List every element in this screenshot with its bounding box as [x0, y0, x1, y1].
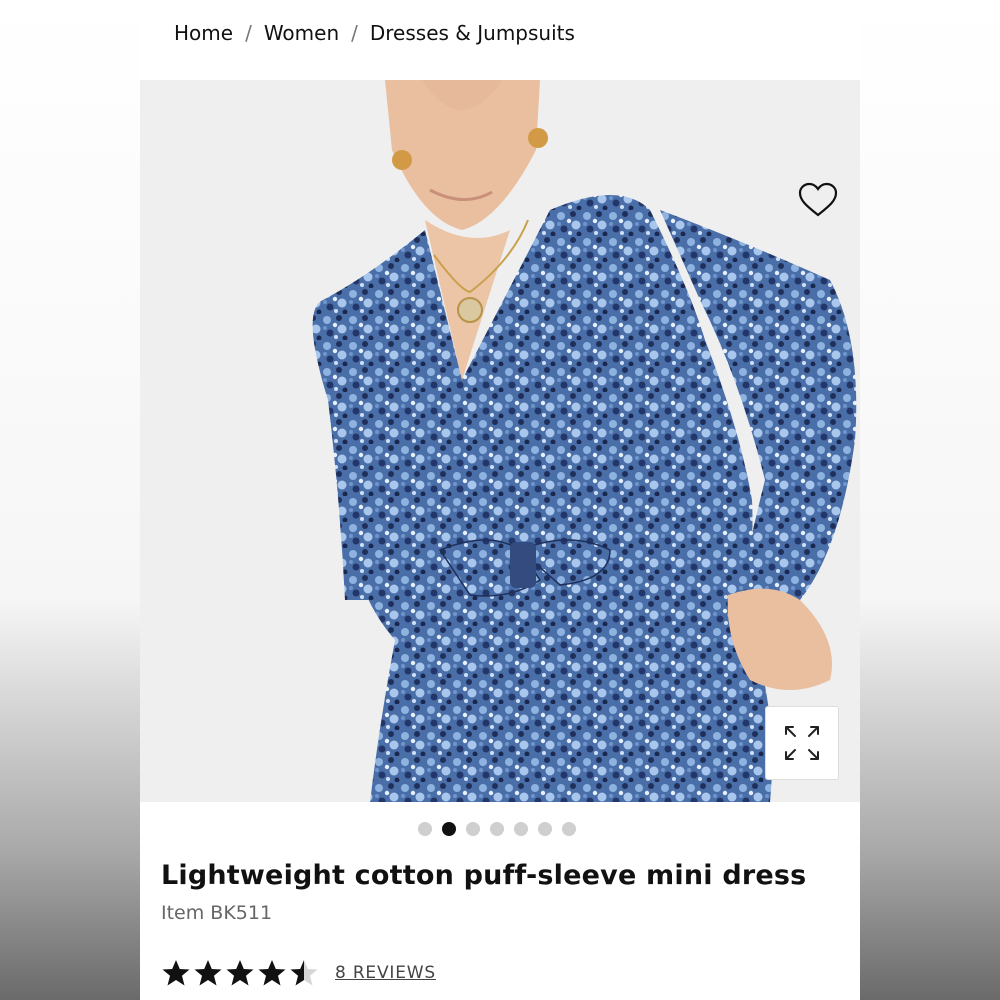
- rating-row: 8 REVIEWS: [161, 956, 436, 990]
- product-title: Lightweight cotton puff-sleeve mini dres…: [161, 860, 807, 891]
- star-icon: [258, 960, 286, 986]
- expand-arrows-icon: [785, 726, 819, 760]
- backdrop-right: [860, 0, 1000, 1000]
- carousel-dot[interactable]: [537, 822, 552, 836]
- carousel-dot[interactable]: [561, 822, 576, 836]
- breadcrumb-home[interactable]: Home: [174, 21, 233, 45]
- star-icon: [290, 960, 318, 986]
- reviews-link[interactable]: 8 REVIEWS: [335, 963, 436, 983]
- zoom-button[interactable]: [765, 706, 839, 780]
- wishlist-button[interactable]: [796, 180, 840, 220]
- star-icon: [226, 960, 254, 986]
- star-icon: [162, 960, 190, 986]
- carousel-dot[interactable]: [513, 822, 528, 836]
- product-photo: [140, 80, 860, 802]
- heart-outline-icon: [798, 182, 838, 217]
- breadcrumb-dresses[interactable]: Dresses & Jumpsuits: [370, 21, 575, 45]
- item-code: Item BK511: [161, 902, 273, 924]
- breadcrumb-women[interactable]: Women: [264, 21, 339, 45]
- backdrop-left: [0, 0, 140, 1000]
- product-page: Home / Women / Dresses & Jumpsuits Light…: [140, 0, 860, 1000]
- product-image[interactable]: [140, 80, 860, 802]
- carousel-dot[interactable]: [489, 822, 504, 836]
- carousel-dots: [140, 822, 860, 838]
- breadcrumb-separator: /: [245, 21, 252, 45]
- breadcrumb: Home / Women / Dresses & Jumpsuits: [174, 18, 575, 48]
- carousel-dot[interactable]: [417, 822, 432, 836]
- carousel-dot[interactable]: [441, 822, 456, 836]
- carousel-dot[interactable]: [465, 822, 480, 836]
- breadcrumb-separator: /: [351, 21, 358, 45]
- star-icon: [194, 960, 222, 986]
- star-rating: [161, 958, 319, 988]
